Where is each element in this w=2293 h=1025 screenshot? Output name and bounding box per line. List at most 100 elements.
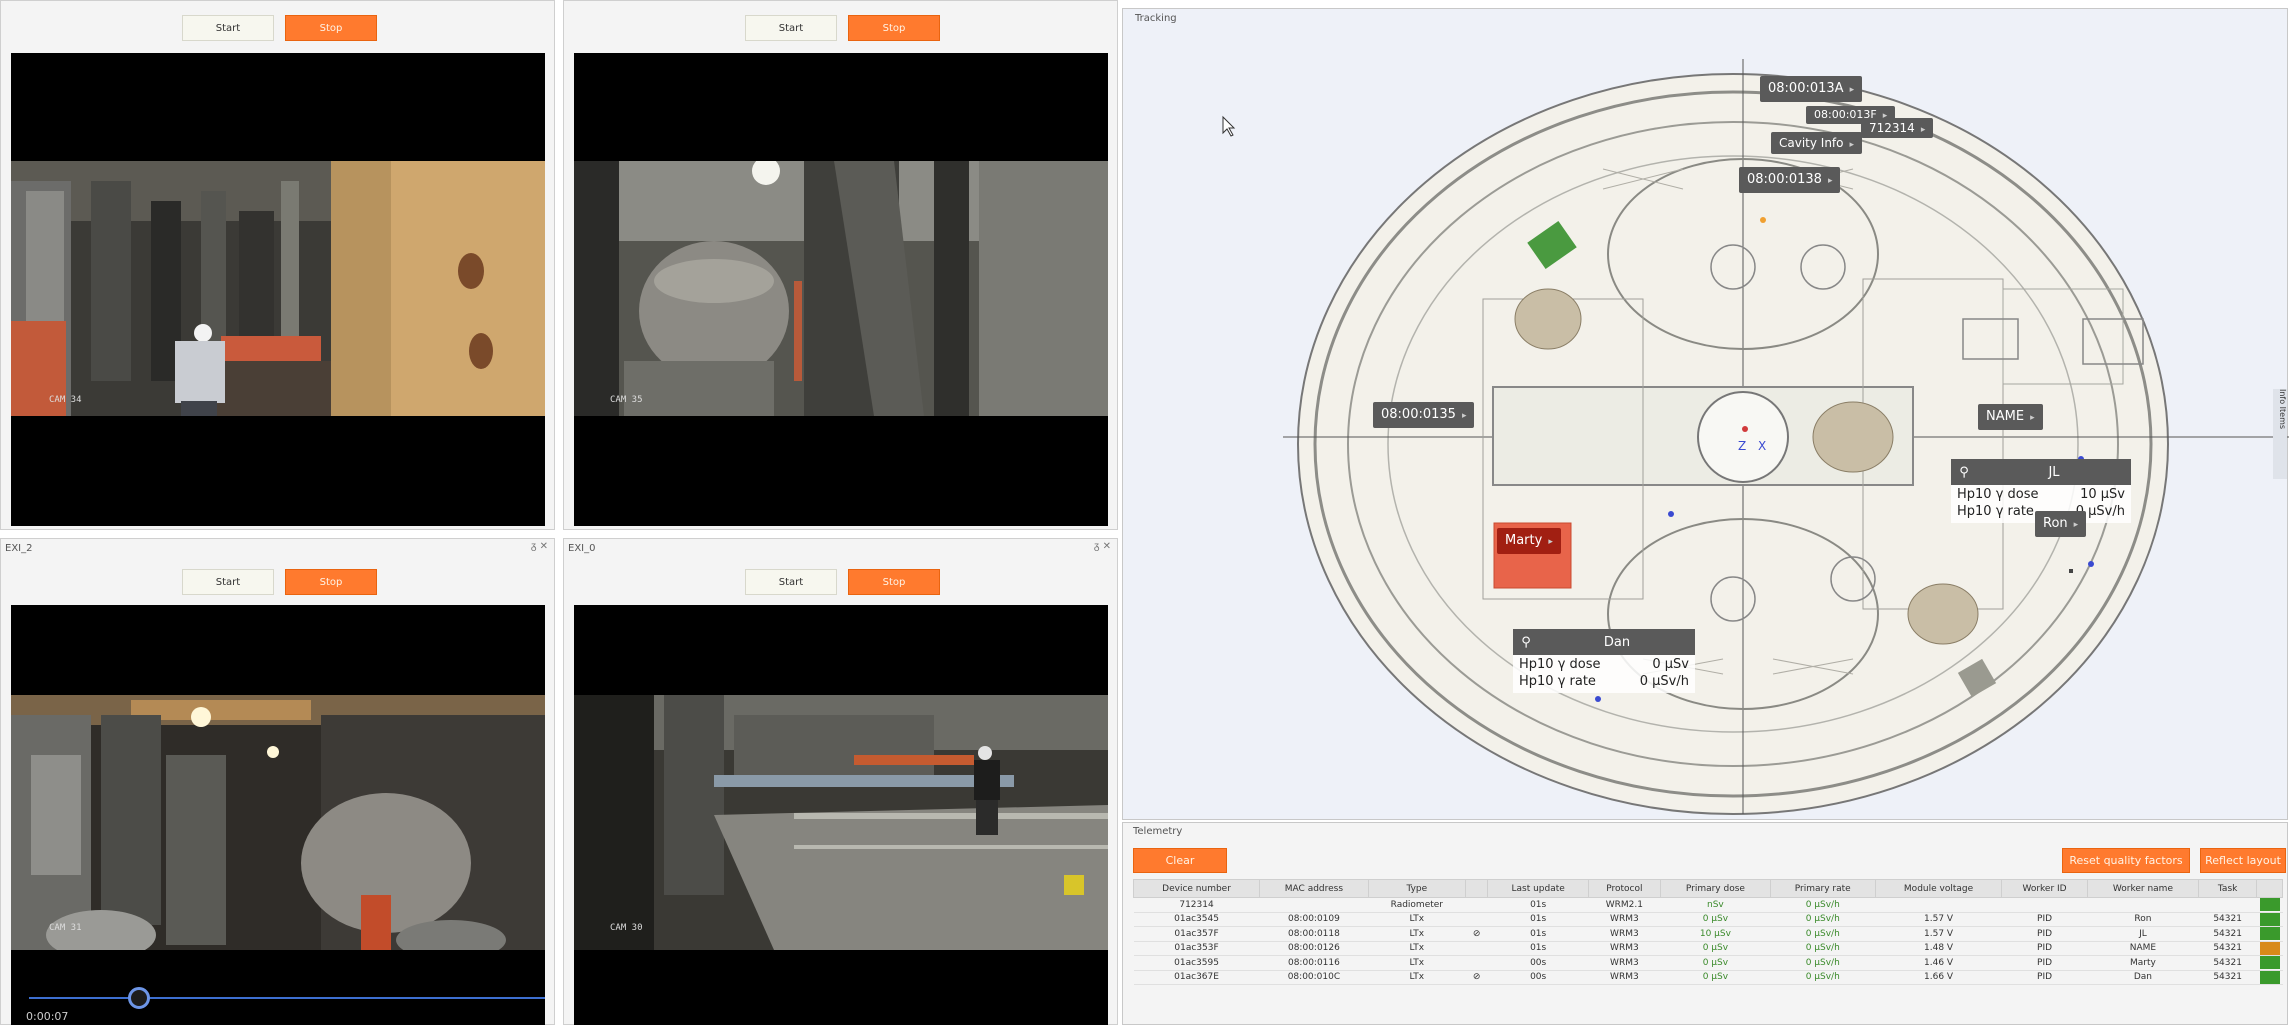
video-feed[interactable]: CAM 34 [11, 53, 545, 526]
table-cell-task: 54321 [2198, 970, 2257, 985]
table-row[interactable]: 01ac353F 08:00:0126 LTx 01s WRM3 0 µSv 0 µSv/h… [1133, 941, 2283, 956]
clear-button[interactable]: Clear [1133, 848, 1227, 873]
camera-panel-1: Start Stop CAM 34 [0, 0, 555, 530]
status-indicator [2256, 941, 2283, 956]
tag-device-712314[interactable]: 712314 [1861, 118, 1934, 138]
column-header[interactable]: Task [2198, 879, 2257, 898]
table-cell-protocol: WRM3 [1588, 926, 1661, 942]
table-cell-dose: 0 µSv [1660, 912, 1771, 927]
table-cell-protocol: WRM2.1 [1588, 897, 1661, 913]
table-cell-dose: 10 µSv [1660, 926, 1771, 942]
table-cell-type: LTx [1368, 955, 1466, 971]
camera-image [11, 161, 545, 416]
seek-knob[interactable] [128, 987, 150, 1009]
rate-label: Hp10 γ rate [1519, 674, 1596, 689]
table-cell-link [1465, 941, 1488, 956]
status-indicator [2256, 897, 2283, 913]
column-header[interactable]: Device number [1132, 879, 1261, 898]
telemetry-title: Telemetry [1133, 826, 1183, 837]
table-cell-link: ⊘ [1465, 970, 1488, 985]
table-cell-dose: 0 µSv [1660, 970, 1771, 985]
dose-value: 10 µSv [2080, 487, 2125, 502]
table-row[interactable]: 01ac357F 08:00:0118 LTx ⊘ 01s WRM3 10 µSv 0 µSv… [1133, 926, 2283, 942]
table-cell-last: 01s [1487, 941, 1589, 956]
start-button[interactable]: Start [182, 15, 274, 41]
tracking-panel: Tracking Z X 08:00:013A ▸ 08:00:013F ▸ 7… [1122, 8, 2289, 821]
table-cell-last: 01s [1487, 926, 1589, 942]
side-tab[interactable]: Info Items [2273, 389, 2287, 479]
tag-device-0135[interactable]: 08:00:0135 [1373, 402, 1475, 428]
reset-quality-factors-button[interactable]: Reset quality factors [2062, 848, 2190, 873]
close-icon[interactable]: ᵹ ✕ [531, 541, 548, 552]
column-header[interactable] [1464, 879, 1489, 898]
table-cell-voltage: 1.57 V [1875, 926, 2002, 942]
dose-label: Hp10 γ dose [1519, 657, 1601, 672]
tag-device-0138[interactable]: 08:00:0138 [1739, 167, 1841, 193]
table-cell-voltage: 1.57 V [1875, 912, 2002, 927]
stop-button[interactable]: Stop [285, 569, 377, 595]
start-button[interactable]: Start [182, 569, 274, 595]
table-cell-voltage [1875, 897, 2002, 913]
table-cell-worker-name: JL [2087, 926, 2199, 942]
tag-worker-marty[interactable]: Marty [1497, 528, 1561, 554]
tag-worker-name[interactable]: NAME [1978, 404, 2043, 430]
svg-text:X: X [1758, 439, 1766, 453]
table-cell-device: 01ac3545 [1133, 912, 1260, 927]
seek-bar[interactable] [29, 997, 545, 999]
link-icon: ⚲ [1521, 634, 1531, 650]
status-indicator [2256, 912, 2283, 927]
reflect-layout-button[interactable]: Reflect layout [2200, 848, 2286, 873]
table-cell-worker-id: PID [2001, 955, 2088, 971]
table-cell-voltage: 1.46 V [1875, 955, 2002, 971]
table-cell-last: 00s [1487, 955, 1589, 971]
column-header[interactable]: Module voltage [1874, 879, 2003, 898]
stop-button[interactable]: Stop [848, 569, 940, 595]
start-button[interactable]: Start [745, 15, 837, 41]
video-feed[interactable]: CAM 30 [574, 605, 1108, 1025]
table-cell-worker-name: Ron [2087, 912, 2199, 927]
worker-name: JL [2048, 464, 2060, 480]
dose-label: Hp10 γ dose [1957, 487, 2039, 502]
tag-worker-ron[interactable]: Ron [2035, 511, 2087, 537]
column-header[interactable]: Worker name [2086, 879, 2200, 898]
table-cell-last: 01s [1487, 912, 1589, 927]
tag-cavity-info[interactable]: Cavity Info [1771, 132, 1863, 154]
column-header[interactable]: Protocol [1587, 879, 1661, 898]
camera-title: EXI_2 [5, 543, 33, 554]
column-header[interactable]: Primary rate [1769, 879, 1876, 898]
close-icon[interactable]: ᵹ ✕ [1094, 541, 1111, 552]
camera-header: EXI_2 ᵹ ✕ [1, 539, 554, 577]
rate-label: Hp10 γ rate [1957, 504, 2034, 519]
tag-device-013a[interactable]: 08:00:013A [1760, 76, 1863, 102]
table-row[interactable]: 01ac3595 08:00:0116 LTx 00s WRM3 0 µSv 0 µSv/h… [1133, 955, 2283, 971]
table-cell-dose: 0 µSv [1660, 955, 1771, 971]
table-cell-worker-name: Dan [2087, 970, 2199, 985]
table-cell-worker-name [2087, 897, 2199, 913]
worker-card-dan[interactable]: ⚲ Dan Hp10 γ dose 0 µSv Hp10 γ rate 0 µSv/h [1513, 629, 1695, 693]
column-header[interactable]: Primary dose [1659, 879, 1771, 898]
table-row[interactable]: 01ac3545 08:00:0109 LTx 01s WRM3 0 µSv 0 µSv/h… [1133, 912, 2283, 927]
column-header[interactable]: Worker ID [2001, 879, 2088, 898]
table-row[interactable]: 01ac367E 08:00:010C LTx ⊘ 00s WRM3 0 µSv 0 µSv/… [1133, 970, 2283, 985]
camera-header: EXI_0 ᵹ ✕ [564, 539, 1117, 577]
table-cell-device: 01ac353F [1133, 941, 1260, 956]
column-header[interactable] [2256, 879, 2283, 898]
table-row[interactable]: 712314 Radiometer 01s WRM2.1 nSv 0 µSv/h [1133, 897, 2283, 913]
dose-value: 0 µSv [1652, 657, 1689, 672]
column-header[interactable]: Type [1367, 879, 1466, 898]
video-feed[interactable]: CAM 31 [11, 605, 545, 1025]
table-cell-type: LTx [1368, 941, 1466, 956]
video-feed[interactable]: CAM 35 [574, 53, 1108, 526]
table-cell-device: 01ac357F [1133, 926, 1260, 942]
camera-panel-2: Start Stop CAM 35 [563, 0, 1118, 530]
column-header[interactable]: MAC address [1259, 879, 1369, 898]
table-cell-device: 01ac367E [1133, 970, 1260, 985]
table-cell-type: Radiometer [1368, 897, 1466, 913]
start-button[interactable]: Start [745, 569, 837, 595]
stop-button[interactable]: Stop [848, 15, 940, 41]
stop-button[interactable]: Stop [285, 15, 377, 41]
table-cell-type: LTx [1368, 926, 1466, 942]
column-header[interactable]: Last update [1487, 879, 1589, 898]
floor-plan-map[interactable]: Z X [1123, 9, 2289, 821]
table-cell-rate: 0 µSv/h [1770, 970, 1876, 985]
